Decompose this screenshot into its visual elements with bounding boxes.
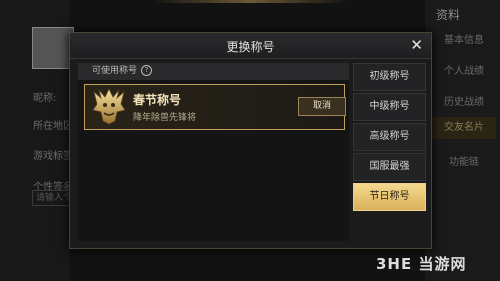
cancel-button[interactable]: 取消 — [298, 97, 346, 116]
tab-basic-title[interactable]: 初级称号 — [353, 63, 426, 91]
side-nav-basic-info[interactable]: 基本信息 — [432, 31, 496, 46]
available-titles-label: 可使用称号 — [92, 66, 138, 76]
title-list: 可使用称号? 春节称号 降年除兽先锋将 取消 — [78, 63, 349, 241]
title-description: 降年除兽先锋将 — [133, 113, 197, 123]
question-circle-icon[interactable]: ? — [141, 65, 153, 76]
side-nav-personal-stats[interactable]: 个人战绩 — [432, 62, 496, 77]
change-title-dialog: 更换称号 ✕ 可使用称号? 春节称号 降年除兽先锋将 取消 初级称号 中级称号 … — [69, 32, 432, 249]
available-titles-header: 可使用称号? — [78, 63, 349, 80]
close-icon[interactable]: ✕ — [410, 36, 423, 54]
tab-festival-title[interactable]: 节日称号 — [353, 183, 426, 211]
dialog-title: 更换称号 — [226, 40, 275, 54]
top-decor-line — [150, 0, 350, 3]
tab-advanced-title[interactable]: 高级称号 — [353, 123, 426, 151]
side-nav-feature-link[interactable]: 功能链 — [432, 153, 496, 168]
tab-server-strongest[interactable]: 国服最强 — [353, 153, 426, 181]
nickname-label: 昵称: — [33, 93, 57, 104]
tab-intermediate-title[interactable]: 中级称号 — [353, 93, 426, 121]
golden-beast-emblem-icon — [92, 88, 126, 125]
side-nav-history-stats[interactable]: 历史战绩 — [432, 93, 496, 108]
title-category-tabs: 初级称号 中级称号 高级称号 国服最强 节日称号 — [353, 63, 426, 213]
avatar[interactable] — [32, 27, 74, 69]
title-card[interactable]: 春节称号 降年除兽先锋将 取消 — [84, 84, 346, 130]
side-nav-title: 资料 — [436, 8, 461, 22]
side-nav-friend-card[interactable]: 交友名片 — [432, 117, 496, 139]
dialog-header: 更换称号 ✕ — [70, 33, 431, 59]
site-watermark: 3HE 当游网 — [376, 255, 467, 273]
game-tag-label: 游戏标签 — [33, 151, 73, 162]
region-label: 所在地区 — [33, 121, 73, 132]
title-name: 春节称号 — [133, 93, 182, 107]
